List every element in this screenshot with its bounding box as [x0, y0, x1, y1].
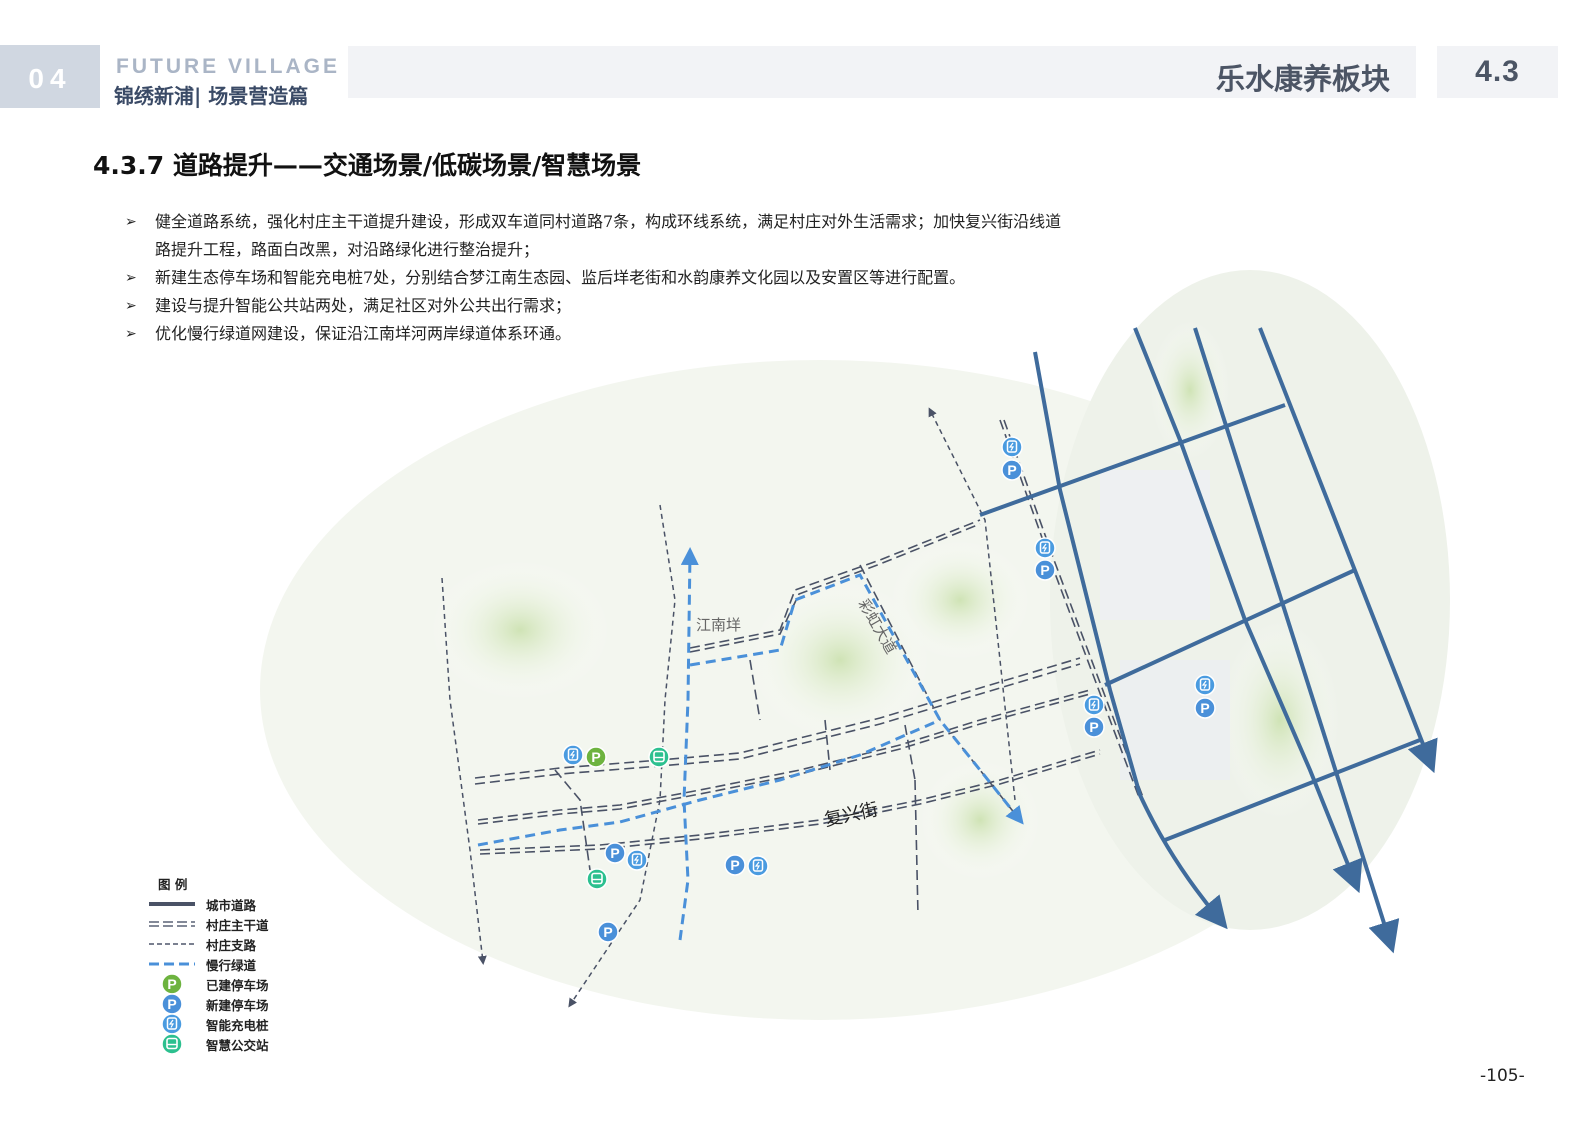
bus-icon: [586, 868, 608, 890]
svg-text:P: P: [730, 857, 739, 873]
parking-new-icon: P: [1083, 716, 1105, 738]
bullet-text: 建设与提升智能公共站两处，满足社区对外公共出行需求；: [155, 296, 572, 315]
bullet-item: ➢ 健全道路系统，强化村庄主干道提升建设，形成双车道同村道路7条，构成环线系统，满…: [125, 208, 1075, 264]
legend-swatch: [148, 1013, 196, 1035]
svg-text:P: P: [1040, 562, 1049, 578]
charging-icon: [1034, 537, 1056, 559]
parking-new-icon: P: [161, 993, 183, 1015]
legend-label: 新建停车场: [206, 997, 269, 1013]
parking-new-icon: P: [1001, 459, 1023, 481]
legend-label: 已建停车场: [206, 977, 269, 993]
legend-swatch: [148, 920, 196, 928]
svg-text:P: P: [610, 845, 619, 861]
bus-icon: [161, 1033, 183, 1055]
svg-text:P: P: [1200, 700, 1209, 716]
legend-item: 智能充电桩: [148, 1013, 269, 1035]
parking-existing-icon: P: [585, 746, 607, 768]
legend-item: 城市道路: [148, 894, 269, 914]
parking-new-icon: P: [1194, 697, 1216, 719]
bullet-marker: ➢: [125, 326, 137, 342]
charging-icon: [1194, 674, 1216, 696]
bullet-marker: ➢: [125, 298, 137, 314]
legend-label: 慢行绿道: [206, 957, 257, 973]
charging-icon: [161, 1013, 183, 1035]
parking-new-icon: P: [604, 842, 626, 864]
legend-swatch: P: [148, 993, 196, 1015]
legend-label: 村庄支路: [206, 937, 257, 953]
page-title: 4.3.7 道路提升——交通场景/低碳场景/智慧场景: [93, 151, 642, 180]
parking-new-icon: P: [161, 993, 183, 1015]
bullet-text: 优化慢行绿道网建设，保证沿江南垟河两岸绿道体系环通。: [155, 324, 572, 343]
legend-label: 城市道路: [206, 897, 257, 913]
svg-text:P: P: [167, 996, 176, 1012]
parking-new-icon: P: [1034, 559, 1056, 581]
legend-item: 村庄主干道: [148, 914, 269, 934]
charging-icon: [747, 855, 769, 877]
bullet-marker: ➢: [125, 214, 137, 230]
legend-swatch: [148, 940, 196, 948]
bullet-item: ➢ 新建生态停车场和智能充电桩7处，分别结合梦江南生态园、监后垟老街和水韵康养文化…: [125, 264, 1075, 292]
legend-title: 图 例: [158, 877, 188, 892]
svg-text:P: P: [167, 976, 176, 992]
charging-icon: [562, 744, 584, 766]
legend: 图 例 城市道路村庄主干道村庄支路慢行绿道 P 已建停车场 P 新建停车场智能充电桩智慧…: [148, 874, 269, 1055]
legend-label: 村庄主干道: [206, 917, 269, 933]
parking-existing-icon: P: [161, 973, 183, 995]
bullet-item: ➢ 建设与提升智能公共站两处，满足社区对外公共出行需求；: [125, 292, 1075, 320]
legend-swatch: [148, 900, 196, 908]
bus-icon: [648, 746, 670, 768]
page-number: -105-: [1480, 1066, 1525, 1086]
bullet-list: ➢ 健全道路系统，强化村庄主干道提升建设，形成双车道同村道路7条，构成环线系统，满…: [125, 208, 1075, 348]
map-base: [260, 270, 1450, 1020]
svg-text:P: P: [1007, 462, 1016, 478]
parking-existing-icon: P: [161, 973, 183, 995]
legend-item: P 新建停车场: [148, 993, 269, 1015]
legend-item: 慢行绿道: [148, 954, 269, 974]
legend-swatch: P: [148, 973, 196, 995]
charging-icon: [626, 849, 648, 871]
svg-text:P: P: [1089, 719, 1098, 735]
bus-icon: [161, 1033, 183, 1055]
river-label: 江南垟: [696, 616, 741, 634]
charging-icon: [1001, 436, 1023, 458]
bullet-item: ➢ 优化慢行绿道网建设，保证沿江南垟河两岸绿道体系环通。: [125, 320, 1075, 348]
bullet-text: 健全道路系统，强化村庄主干道提升建设，形成双车道同村道路7条，构成环线系统，满足…: [155, 212, 1062, 259]
parking-new-icon: P: [724, 854, 746, 876]
legend-item: 智慧公交站: [148, 1033, 269, 1055]
legend-label: 智能充电桩: [206, 1017, 269, 1033]
svg-text:P: P: [591, 749, 600, 765]
parking-new-icon: P: [597, 921, 619, 943]
bullet-text: 新建生态停车场和智能充电桩7处，分别结合梦江南生态园、监后垟老街和水韵康养文化园…: [155, 268, 966, 287]
legend-swatch: [148, 1033, 196, 1055]
charging-icon: [1083, 694, 1105, 716]
legend-swatch: [148, 960, 196, 968]
legend-item: P 已建停车场: [148, 973, 269, 995]
svg-text:P: P: [603, 924, 612, 940]
legend-label: 智慧公交站: [206, 1037, 269, 1053]
bullet-marker: ➢: [125, 270, 137, 286]
legend-item: 村庄支路: [148, 934, 269, 954]
charging-icon: [161, 1013, 183, 1035]
